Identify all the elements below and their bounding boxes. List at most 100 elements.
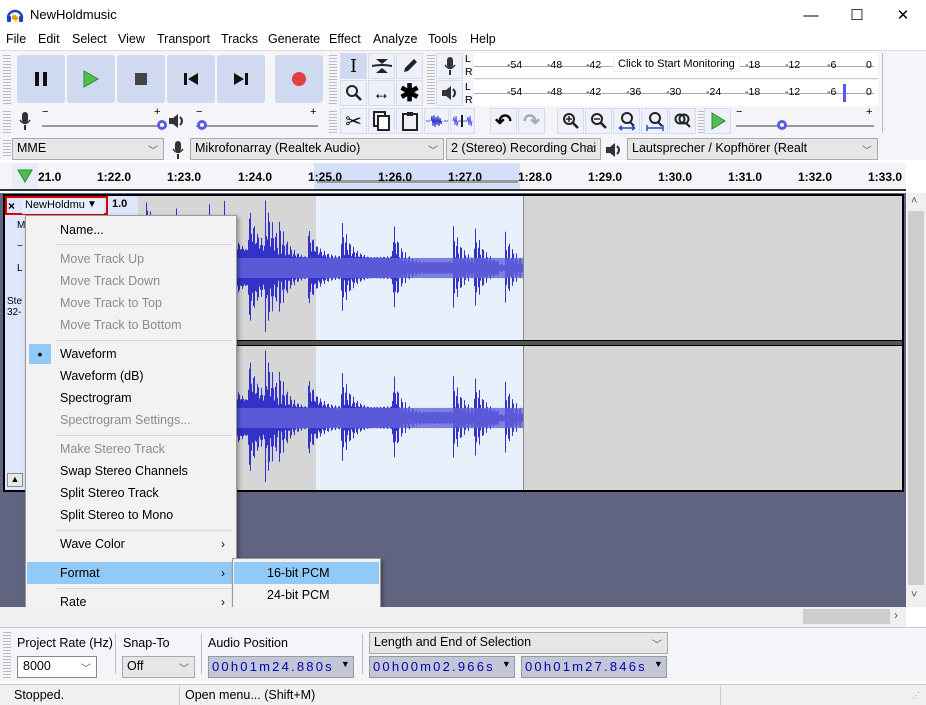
transport-toolbar-grip[interactable] [3,53,11,105]
fit-project-button[interactable] [641,108,668,134]
zoom-in-button[interactable] [557,108,584,134]
resize-grip-icon[interactable]: ⋰ [912,691,920,700]
draw-tool[interactable] [396,53,423,79]
waveform-display[interactable] [138,196,902,490]
selection-mode-select[interactable]: Length and End of Selection ﹀ [369,632,668,654]
menu-edit[interactable]: Edit [38,32,60,46]
copy-button[interactable] [368,108,395,134]
edit-toolbar-grip[interactable] [329,109,337,133]
magnifier-icon [345,85,362,101]
meter-toolbar-grip[interactable] [427,53,435,105]
menu-item-waveform[interactable]: • Waveform [27,343,235,365]
menu-view[interactable]: View [118,32,145,46]
track-menu-button[interactable]: NewHoldmu ▼ [22,199,104,214]
meter-tick: -36 [626,86,642,98]
device-toolbar-grip[interactable] [3,138,11,158]
menu-generate[interactable]: Generate [268,32,320,46]
scrollbar-thumb[interactable] [803,609,890,624]
redo-button[interactable]: ↷ [518,108,545,134]
track-close-button[interactable]: × [8,199,15,213]
envelope-tool[interactable] [368,53,395,79]
menu-item-split-stereo-to-mono[interactable]: Split Stereo to Mono [27,504,235,526]
menu-transport[interactable]: Transport [157,32,210,46]
zoom-out-button[interactable] [585,108,612,134]
meter-right-label: R [465,66,473,78]
selection-bar[interactable] [317,180,518,183]
scrollbar-thumb[interactable] [908,211,924,585]
menu-help[interactable]: Help [470,32,496,46]
stop-button[interactable] [117,55,165,103]
menu-select[interactable]: Select [72,32,107,46]
undo-button[interactable]: ↶ [490,108,517,134]
zoom-toggle-button[interactable] [669,108,696,134]
menu-tracks[interactable]: Tracks [221,32,258,46]
collapse-track-button[interactable]: ▲ [7,473,23,487]
scroll-down-icon[interactable]: ˅ [911,589,917,601]
record-meter[interactable]: -54 -48 -42 Click to Start Monitoring -1… [474,53,878,79]
vertical-scrollbar[interactable]: ˄ ˅ [906,193,926,607]
play-button[interactable] [67,55,115,103]
selection-toolbar-grip[interactable] [3,630,11,678]
play-at-speed-button[interactable] [704,108,731,134]
record-button[interactable] [275,55,323,103]
play-speed-slider[interactable]: − + [736,106,874,133]
paste-button[interactable] [396,108,423,134]
recording-channels-select[interactable]: 2 (Stereo) Recording Chai ﹀ [446,138,601,160]
playback-volume-slider[interactable]: − + [196,106,318,133]
slider-thumb[interactable] [157,120,167,130]
time-shift-tool[interactable]: ↔ [368,80,395,106]
audio-host-select[interactable]: MME ﹀ [12,138,164,160]
gain-slider-minus[interactable]: − [17,241,23,252]
multi-tool[interactable]: ✱ [396,80,423,107]
trim-audio-button[interactable] [424,108,449,134]
minimize-button[interactable]: — [788,0,834,30]
playback-meter-button[interactable] [436,80,463,106]
project-rate-select[interactable]: 8000 ﹀ [17,656,97,678]
playback-device-select[interactable]: Lautsprecher / Kopfhörer (Realt ﹀ [627,138,878,160]
silence-audio-button[interactable] [450,108,475,134]
recording-device-select[interactable]: Mikrofonarray (Realtek Audio) ﹀ [190,138,444,160]
scroll-up-icon[interactable]: ˄ [911,195,917,207]
maximize-button[interactable]: ☐ [834,0,880,30]
click-to-start-monitoring[interactable]: Click to Start Monitoring [613,56,740,72]
audio-position-time[interactable]: 00h01m24.880s ▼ [208,656,354,678]
cut-button[interactable]: ✂ [340,108,367,134]
close-button[interactable]: ✕ [880,0,926,30]
menu-item-split-stereo-track[interactable]: Split Stereo Track [27,482,235,504]
selection-end-time[interactable]: 00h01m27.846s ▼ [521,656,667,678]
slider-thumb[interactable] [197,120,208,130]
playback-meter[interactable]: -54 -48 -42 -36 -30 -24 -18 -12 -6 0 [474,80,878,106]
menu-item-move-track-to-bottom: Move Track to Bottom [60,318,182,332]
selection-tool[interactable]: I [340,53,367,79]
snap-to-select[interactable]: Off ﹀ [122,656,195,678]
selection-length-time[interactable]: 00h00m02.966s ▼ [369,656,515,678]
menu-item-swap-stereo-channels[interactable]: Swap Stereo Channels [27,460,235,482]
mixer-toolbar-grip[interactable] [3,109,11,133]
chevron-down-icon: ﹀ [585,146,595,157]
record-volume-slider[interactable]: − + [42,106,167,133]
tools-toolbar-grip[interactable] [329,53,337,105]
menu-effect[interactable]: Effect [329,32,361,46]
menu-item-wave-color[interactable]: Wave Color › [27,533,235,555]
menu-analyze[interactable]: Analyze [373,32,417,46]
menu-item-waveform-db[interactable]: Waveform (dB) [27,365,235,387]
menu-item-24-bit-pcm[interactable]: 24-bit PCM [234,584,379,606]
play-head-button[interactable] [12,163,38,189]
skip-to-start-button[interactable] [167,55,215,103]
pan-slider-left[interactable]: L [17,263,23,274]
skip-to-end-button[interactable] [217,55,265,103]
menu-tools[interactable]: Tools [428,32,457,46]
pause-button[interactable] [17,55,65,103]
timeline-ruler[interactable]: 21.0 1:22.0 1:23.0 1:24.0 1:25.0 1:26.0 … [0,163,906,191]
menu-item-spectrogram[interactable]: Spectrogram [27,387,235,409]
horizontal-scrollbar[interactable]: › [0,607,906,627]
slider-thumb[interactable] [776,120,787,130]
record-meter-button[interactable] [436,53,463,79]
menu-file[interactable]: File [6,32,26,46]
menu-item-name[interactable]: Name... [27,219,235,241]
menu-item-16-bit-pcm[interactable]: 16-bit PCM [234,562,379,584]
scroll-right-icon[interactable]: › [894,608,898,622]
fit-selection-button[interactable] [613,108,640,134]
menu-item-format[interactable]: Format › [27,562,235,584]
zoom-tool[interactable] [340,80,367,106]
